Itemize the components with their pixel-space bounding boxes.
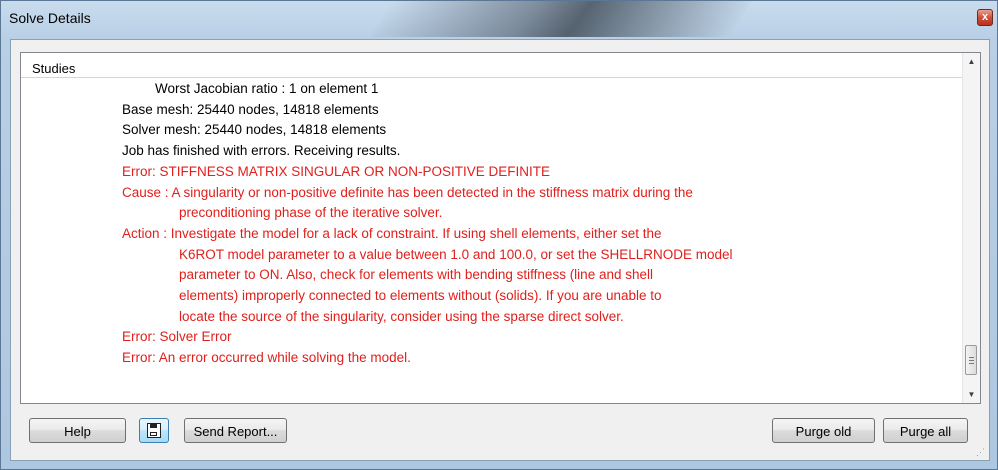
purge-all-button[interactable]: Purge all xyxy=(883,418,968,443)
log-line-error: Action : Investigate the model for a lac… xyxy=(122,225,662,241)
help-button[interactable]: Help xyxy=(29,418,126,443)
log-line-error: K6ROT model parameter to a value between… xyxy=(179,246,733,262)
grip-line xyxy=(969,363,974,364)
log-line: Job has finished with errors. Receiving … xyxy=(122,143,401,159)
title-bar[interactable]: Solve Details x xyxy=(1,1,997,35)
close-icon: x xyxy=(981,11,989,23)
log-line-error: locate the source of the singularity, co… xyxy=(179,308,624,324)
window-title: Solve Details xyxy=(9,10,91,26)
log-line: Solver mesh: 25440 nodes, 14818 elements xyxy=(122,122,387,138)
log-line-error: preconditioning phase of the iterative s… xyxy=(179,205,443,221)
save-disk-icon xyxy=(147,423,161,438)
vertical-scrollbar[interactable]: ▲ ▼ xyxy=(962,53,980,403)
log-line-error: Error: An error occurred while solving t… xyxy=(122,350,411,366)
log-line: Worst Jacobian ratio : 1 on element 1 xyxy=(155,81,379,96)
log-line-error: Cause : A singularity or non-positive de… xyxy=(122,184,693,200)
list-header-studies: Studies xyxy=(21,53,962,78)
resize-grip-icon[interactable]: ⋰ xyxy=(976,447,986,457)
arrow-down-icon[interactable]: ▼ xyxy=(963,386,980,403)
scrollbar-thumb[interactable] xyxy=(965,345,977,375)
log-line-error: elements) improperly connected to elemen… xyxy=(179,288,662,303)
send-report-button[interactable]: Send Report... xyxy=(184,418,287,443)
studies-log-list[interactable]: Studies Worst Jacobian ratio : 1 on elem… xyxy=(20,52,981,404)
purge-old-button[interactable]: Purge old xyxy=(772,418,875,443)
log-line-error: Error: STIFFNESS MATRIX SINGULAR OR NON-… xyxy=(122,163,551,179)
grip-line xyxy=(969,360,974,361)
arrow-up-icon[interactable]: ▲ xyxy=(963,53,980,70)
log-line-error: Error: Solver Error xyxy=(122,329,232,345)
log-line-error: parameter to ON. Also, check for element… xyxy=(179,267,653,283)
dialog-window: Solve Details x Studies Worst Jacobian r… xyxy=(0,0,998,470)
grip-line xyxy=(969,357,974,358)
save-button[interactable] xyxy=(139,418,169,443)
dialog-client-area: Studies Worst Jacobian ratio : 1 on elem… xyxy=(10,39,990,461)
close-button[interactable]: x xyxy=(977,9,993,26)
log-lines: Worst Jacobian ratio : 1 on element 1 Bas… xyxy=(21,79,961,403)
log-line: Base mesh: 25440 nodes, 14818 elements xyxy=(122,101,379,117)
